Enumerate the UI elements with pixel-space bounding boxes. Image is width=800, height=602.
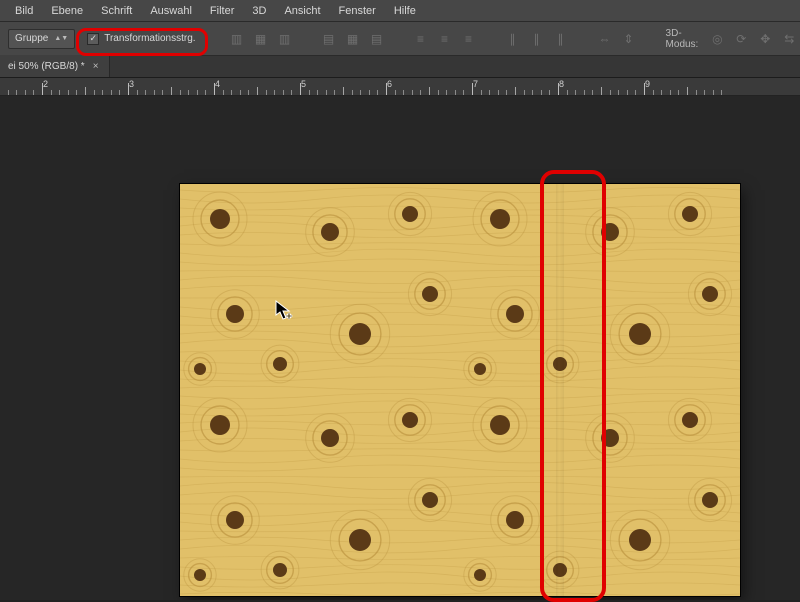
distribute-left-icon[interactable]: ≡ — [410, 29, 432, 49]
align-vertical-centers-icon[interactable]: ▦ — [342, 29, 364, 49]
document-tab-title: ei 50% (RGB/8) * — [8, 61, 85, 72]
document-tab-bar: ei 50% (RGB/8) * × — [0, 56, 800, 78]
align-horizontal-centers-icon[interactable]: ▦ — [250, 29, 272, 49]
checkbox-checked-icon: ✓ — [87, 33, 99, 45]
menu-item-hilfe[interactable]: Hilfe — [385, 2, 425, 20]
menu-item-ebene[interactable]: Ebene — [42, 2, 92, 20]
distribute-spacing-group: ⇔ ⇕ — [594, 29, 640, 49]
document-tab[interactable]: ei 50% (RGB/8) * × — [0, 55, 110, 77]
document-canvas[interactable] — [180, 184, 740, 596]
distribute-vspacing-icon[interactable]: ⇕ — [618, 29, 640, 49]
distribute-right-icon[interactable]: ≡ — [458, 29, 480, 49]
horizontal-ruler: 23456789 — [0, 78, 800, 96]
group-mode-label: Gruppe — [15, 33, 48, 44]
3d-slide-icon[interactable]: ⇆ — [778, 29, 800, 49]
align-vertical-group: ▤ ▦ ▤ — [318, 29, 388, 49]
align-edges-group: ▥ ▦ ▥ — [226, 29, 296, 49]
distribute-top-icon[interactable]: ∥ — [502, 29, 524, 49]
align-bottom-edges-icon[interactable]: ▤ — [366, 29, 388, 49]
distribute-bottom-icon[interactable]: ∥ — [550, 29, 572, 49]
distribute-hcenter-icon[interactable]: ≡ — [434, 29, 456, 49]
distribute-hspacing-icon[interactable]: ⇔ — [594, 29, 616, 49]
menu-item-bild[interactable]: Bild — [6, 2, 42, 20]
group-mode-dropdown[interactable]: Gruppe ▲▼ — [8, 29, 75, 49]
menu-item-fenster[interactable]: Fenster — [330, 2, 385, 20]
3d-roll-icon[interactable]: ⟳ — [730, 29, 752, 49]
transform-controls-checkbox[interactable]: ✓ Transformationsstrg. — [83, 28, 203, 50]
menu-item-auswahl[interactable]: Auswahl — [141, 2, 201, 20]
texture-seam — [556, 184, 564, 596]
close-icon[interactable]: × — [93, 61, 99, 72]
align-top-edges-icon[interactable]: ▤ — [318, 29, 340, 49]
menu-item-3d[interactable]: 3D — [243, 2, 275, 20]
transform-controls-label: Transformationsstrg. — [104, 33, 195, 44]
mode-3d-group: ◎ ⟳ ✥ ⇆ ⤢ ▣ — [706, 29, 800, 49]
menu-bar: Bild Ebene Schrift Auswahl Filter 3D Ans… — [0, 0, 800, 22]
3d-pan-icon[interactable]: ✥ — [754, 29, 776, 49]
3d-orbit-icon[interactable]: ◎ — [706, 29, 728, 49]
menu-item-ansicht[interactable]: Ansicht — [275, 2, 329, 20]
align-left-edges-icon[interactable]: ▥ — [226, 29, 248, 49]
distribute-vertical-group: ∥ ∥ ∥ — [502, 29, 572, 49]
menu-item-filter[interactable]: Filter — [201, 2, 243, 20]
mode-3d-label: 3D-Modus: — [666, 28, 699, 50]
align-right-edges-icon[interactable]: ▥ — [274, 29, 296, 49]
wood-texture — [180, 184, 740, 596]
menu-item-schrift[interactable]: Schrift — [92, 2, 141, 20]
distribute-horizontal-group: ≡ ≡ ≡ — [410, 29, 480, 49]
distribute-vcenter-icon[interactable]: ∥ — [526, 29, 548, 49]
stepper-arrows-icon: ▲▼ — [54, 37, 68, 41]
options-bar: Gruppe ▲▼ ✓ Transformationsstrg. ▥ ▦ ▥ ▤… — [0, 22, 800, 56]
canvas-area[interactable] — [0, 96, 800, 600]
